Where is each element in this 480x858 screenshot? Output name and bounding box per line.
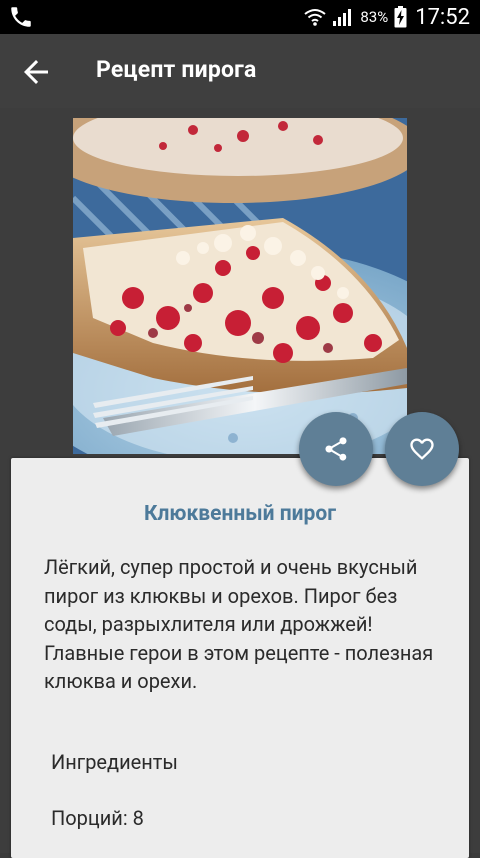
back-arrow-icon[interactable] [18, 54, 54, 90]
status-bar: 83% 17:52 [0, 0, 480, 34]
recipe-photo [73, 118, 407, 454]
battery-percent: 83% [360, 8, 389, 26]
favorite-button[interactable] [385, 412, 459, 486]
clock: 17:52 [415, 4, 470, 30]
wifi-icon [304, 9, 326, 26]
share-button[interactable] [299, 412, 373, 486]
page-title: Рецепт пирога [96, 56, 257, 83]
share-icon [325, 437, 347, 461]
servings-label: Порций: 8 [51, 806, 144, 830]
signal-icon [333, 9, 352, 26]
battery-charging-icon [394, 6, 407, 28]
recipe-content: Клюквенный пирог Лёгкий, супер простой и… [0, 108, 480, 858]
recipe-description: Лёгкий, супер простой и очень вкусный пи… [44, 555, 434, 693]
ingredients-label: Ингредиенты [51, 750, 178, 774]
recipe-card: Клюквенный пирог Лёгкий, супер простой и… [11, 458, 469, 858]
recipe-title: Клюквенный пирог [143, 502, 337, 526]
phone-icon [11, 7, 31, 27]
app-bar: Рецепт пирога [0, 34, 480, 108]
heart-outline-icon [410, 438, 434, 460]
